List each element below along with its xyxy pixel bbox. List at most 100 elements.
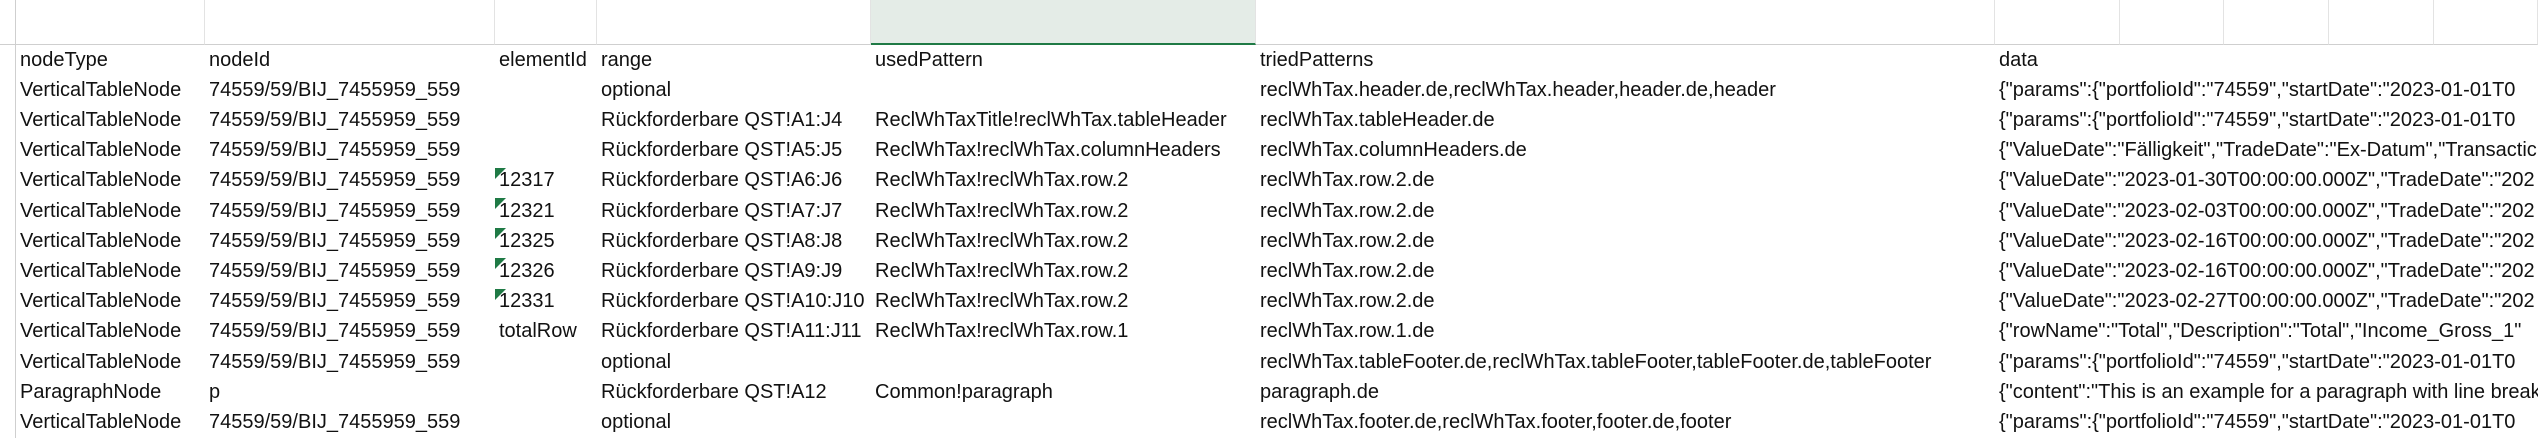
- table-cell[interactable]: {"rowName":"Total","Description":"Total"…: [1995, 317, 2521, 347]
- table-cell[interactable]: nodeType: [16, 45, 205, 75]
- table-cell[interactable]: 74559/59/BIJ_7455959_559: [205, 136, 495, 166]
- table-cell[interactable]: VerticalTableNode: [16, 136, 205, 166]
- column-header-j[interactable]: [2329, 0, 2434, 45]
- row-header[interactable]: [0, 45, 16, 76]
- table-cell[interactable]: {"params":{"portfolioId":"74559","startD…: [1995, 75, 2515, 105]
- row-header[interactable]: [0, 316, 16, 347]
- table-cell[interactable]: VerticalTableNode: [16, 347, 205, 377]
- table-cell[interactable]: 12326: [495, 256, 597, 286]
- table-cell[interactable]: [495, 75, 597, 105]
- table-cell[interactable]: VerticalTableNode: [16, 407, 205, 437]
- table-cell[interactable]: {"ValueDate":"2023-02-16T00:00:00.000Z",…: [1995, 256, 2535, 286]
- table-cell[interactable]: 12321: [495, 196, 597, 226]
- table-cell[interactable]: VerticalTableNode: [16, 166, 205, 196]
- table-cell[interactable]: reclWhTax.footer.de,reclWhTax.footer,foo…: [1256, 407, 1995, 437]
- table-cell[interactable]: Rückforderbare QST!A1:J4: [597, 105, 871, 135]
- row-header[interactable]: [0, 135, 16, 166]
- table-cell[interactable]: 12325: [495, 226, 597, 256]
- table-cell[interactable]: [495, 347, 597, 377]
- table-cell[interactable]: {"content":"This is an example for a par…: [1995, 377, 2538, 407]
- number-as-text-indicator-icon[interactable]: [495, 258, 506, 270]
- table-cell[interactable]: [495, 105, 597, 135]
- select-all-corner[interactable]: [0, 0, 16, 45]
- table-cell[interactable]: reclWhTax.header.de,reclWhTax.header,hea…: [1256, 75, 1995, 105]
- table-cell[interactable]: ReclWhTax!reclWhTax.row.2: [871, 226, 1256, 256]
- column-header-c[interactable]: [495, 0, 597, 45]
- table-cell[interactable]: Rückforderbare QST!A11:J11: [597, 317, 871, 347]
- row-header[interactable]: [0, 377, 16, 408]
- table-cell[interactable]: p: [205, 377, 495, 407]
- table-cell[interactable]: totalRow: [495, 317, 597, 347]
- column-header-i[interactable]: [2224, 0, 2329, 45]
- table-cell[interactable]: reclWhTax.tableFooter.de,reclWhTax.table…: [1256, 347, 1995, 377]
- table-cell[interactable]: ReclWhTaxTitle!reclWhTax.tableHeader: [871, 105, 1256, 135]
- table-cell[interactable]: 74559/59/BIJ_7455959_559: [205, 317, 495, 347]
- table-cell[interactable]: data: [1995, 45, 2120, 75]
- table-cell[interactable]: Rückforderbare QST!A6:J6: [597, 166, 871, 196]
- table-cell[interactable]: VerticalTableNode: [16, 75, 205, 105]
- table-cell[interactable]: {"ValueDate":"2023-01-30T00:00:00.000Z",…: [1995, 166, 2535, 196]
- table-cell[interactable]: reclWhTax.row.2.de: [1256, 166, 1995, 196]
- table-cell[interactable]: {"params":{"portfolioId":"74559","startD…: [1995, 407, 2515, 437]
- table-cell[interactable]: [495, 377, 597, 407]
- table-cell[interactable]: VerticalTableNode: [16, 226, 205, 256]
- column-header-h[interactable]: [2120, 0, 2224, 45]
- table-cell[interactable]: 74559/59/BIJ_7455959_559: [205, 166, 495, 196]
- table-cell[interactable]: reclWhTax.row.2.de: [1256, 196, 1995, 226]
- table-cell[interactable]: VerticalTableNode: [16, 105, 205, 135]
- table-cell[interactable]: reclWhTax.row.2.de: [1256, 287, 1995, 317]
- table-cell[interactable]: VerticalTableNode: [16, 196, 205, 226]
- table-cell[interactable]: 74559/59/BIJ_7455959_559: [205, 196, 495, 226]
- table-cell[interactable]: {"ValueDate":"Fälligkeit","TradeDate":"E…: [1995, 136, 2537, 166]
- table-cell[interactable]: {"params":{"portfolioId":"74559","startD…: [1995, 105, 2515, 135]
- table-cell[interactable]: {"ValueDate":"2023-02-27T00:00:00.000Z",…: [1995, 287, 2535, 317]
- number-as-text-indicator-icon[interactable]: [495, 228, 506, 240]
- column-header-k[interactable]: [2434, 0, 2538, 45]
- table-cell[interactable]: 74559/59/BIJ_7455959_559: [205, 287, 495, 317]
- row-header[interactable]: [0, 165, 16, 196]
- table-cell[interactable]: [871, 75, 1256, 105]
- row-header[interactable]: [0, 256, 16, 287]
- row-header[interactable]: [0, 75, 16, 106]
- table-cell[interactable]: 74559/59/BIJ_7455959_559: [205, 407, 495, 437]
- table-cell[interactable]: optional: [597, 407, 871, 437]
- table-cell[interactable]: ReclWhTax!reclWhTax.row.1: [871, 317, 1256, 347]
- table-cell[interactable]: Rückforderbare QST!A8:J8: [597, 226, 871, 256]
- table-cell[interactable]: 74559/59/BIJ_7455959_559: [205, 347, 495, 377]
- table-cell[interactable]: 74559/59/BIJ_7455959_559: [205, 75, 495, 105]
- table-cell[interactable]: {"ValueDate":"2023-02-03T00:00:00.000Z",…: [1995, 196, 2535, 226]
- row-header[interactable]: [0, 286, 16, 317]
- column-header-g[interactable]: [1995, 0, 2120, 45]
- table-cell[interactable]: ReclWhTax!reclWhTax.columnHeaders: [871, 136, 1256, 166]
- table-cell[interactable]: {"ValueDate":"2023-02-16T00:00:00.000Z",…: [1995, 226, 2535, 256]
- table-cell[interactable]: Common!paragraph: [871, 377, 1256, 407]
- table-cell[interactable]: paragraph.de: [1256, 377, 1995, 407]
- table-cell[interactable]: reclWhTax.row.1.de: [1256, 317, 1995, 347]
- row-header[interactable]: [0, 105, 16, 136]
- table-cell[interactable]: [495, 407, 597, 437]
- table-cell[interactable]: Rückforderbare QST!A9:J9: [597, 256, 871, 286]
- table-cell[interactable]: ReclWhTax!reclWhTax.row.2: [871, 287, 1256, 317]
- table-cell[interactable]: 74559/59/BIJ_7455959_559: [205, 256, 495, 286]
- row-header[interactable]: [0, 347, 16, 378]
- table-cell[interactable]: 12331: [495, 287, 597, 317]
- table-cell[interactable]: VerticalTableNode: [16, 256, 205, 286]
- table-cell[interactable]: reclWhTax.row.2.de: [1256, 226, 1995, 256]
- table-cell[interactable]: VerticalTableNode: [16, 287, 205, 317]
- table-cell[interactable]: 12317: [495, 166, 597, 196]
- table-cell[interactable]: 74559/59/BIJ_7455959_559: [205, 226, 495, 256]
- table-cell[interactable]: usedPattern: [871, 45, 1256, 75]
- table-cell[interactable]: reclWhTax.row.2.de: [1256, 256, 1995, 286]
- table-cell[interactable]: Rückforderbare QST!A10:J10: [597, 287, 871, 317]
- table-cell[interactable]: ReclWhTax!reclWhTax.row.2: [871, 166, 1256, 196]
- table-cell[interactable]: [871, 407, 1256, 437]
- number-as-text-indicator-icon[interactable]: [495, 198, 506, 209]
- table-cell[interactable]: reclWhTax.columnHeaders.de: [1256, 136, 1995, 166]
- column-header-d[interactable]: [597, 0, 871, 45]
- table-cell[interactable]: Rückforderbare QST!A5:J5: [597, 136, 871, 166]
- table-cell[interactable]: ParagraphNode: [16, 377, 205, 407]
- row-header[interactable]: [0, 407, 16, 438]
- column-header-a[interactable]: [16, 0, 205, 45]
- table-cell[interactable]: nodeId: [205, 45, 495, 75]
- table-cell[interactable]: Rückforderbare QST!A7:J7: [597, 196, 871, 226]
